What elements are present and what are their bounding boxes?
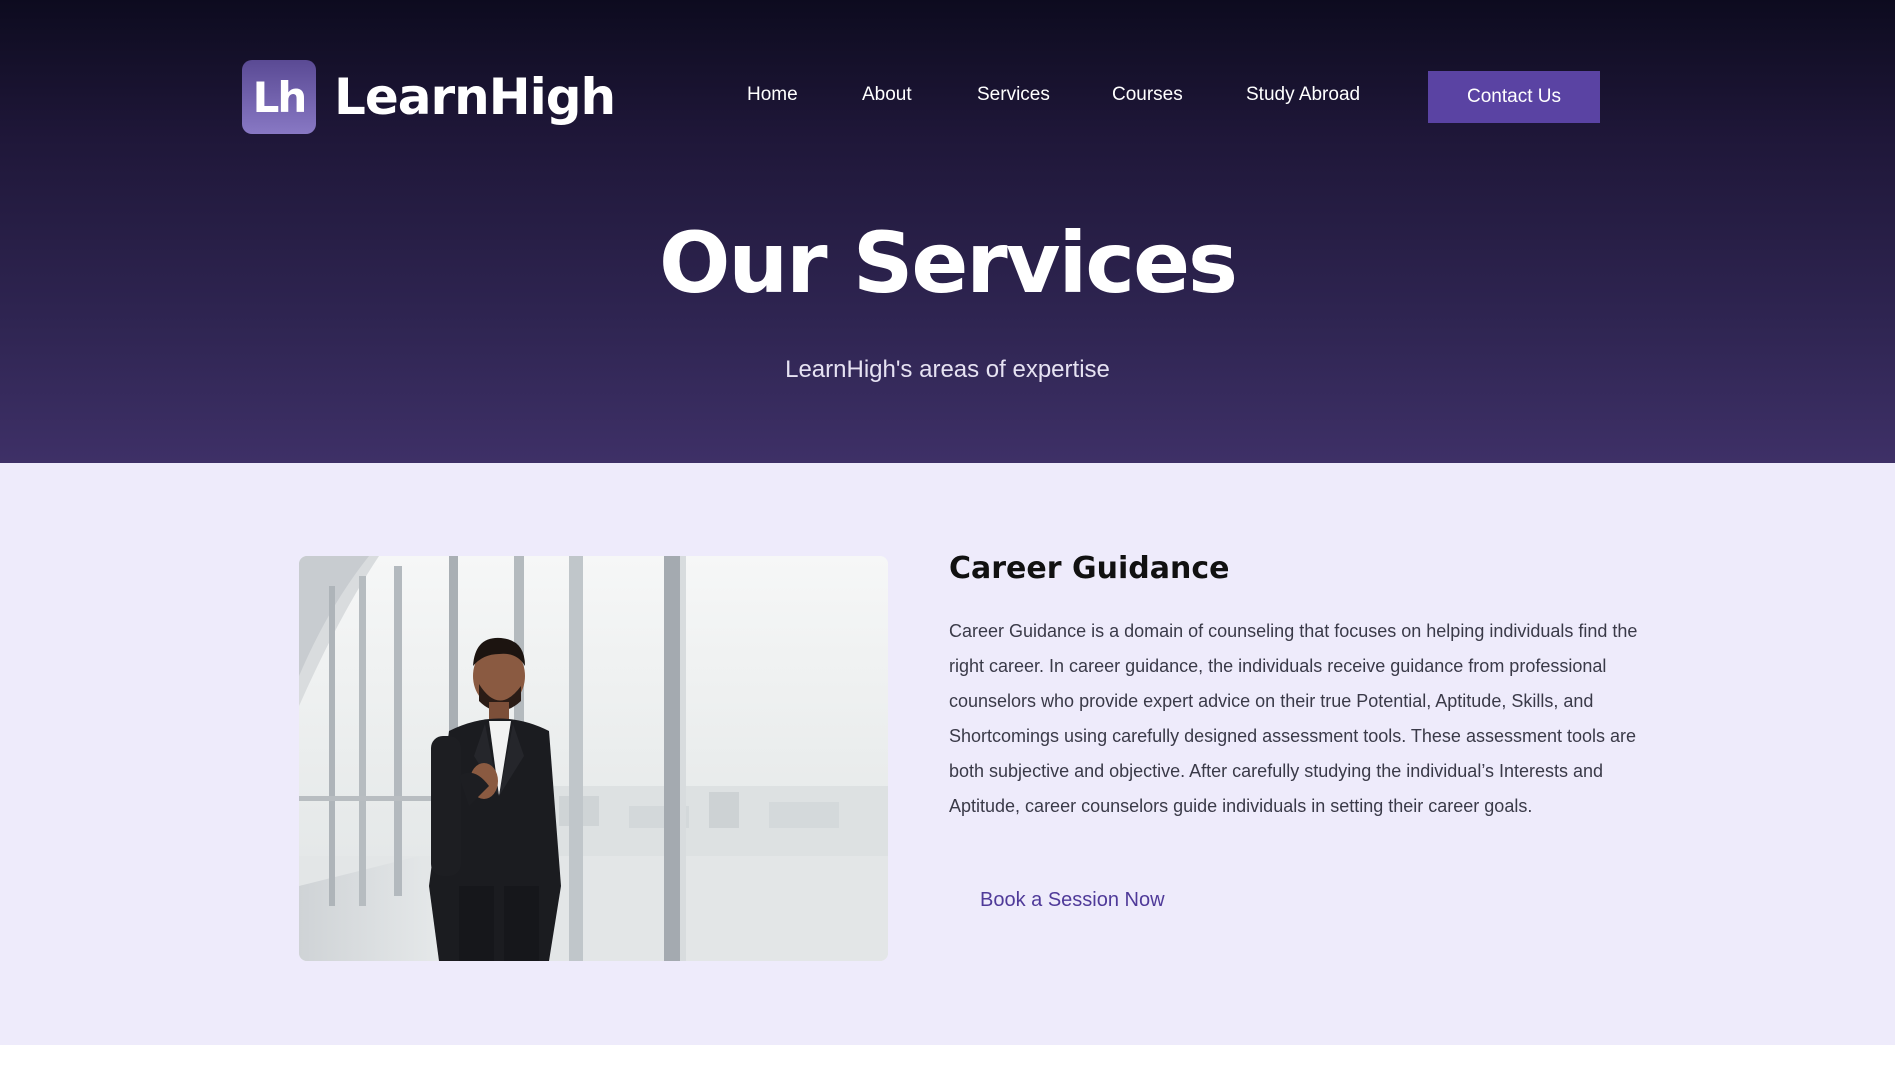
service-description: Career Guidance is a domain of counselin… bbox=[949, 621, 1638, 816]
hero-banner: Lh LearnHigh Home About Services Courses… bbox=[0, 0, 1895, 463]
nav-about[interactable]: About bbox=[862, 84, 912, 106]
career-guidance-photo bbox=[299, 556, 888, 961]
nav-courses[interactable]: Courses bbox=[1112, 84, 1183, 106]
nav-home[interactable]: Home bbox=[747, 84, 798, 106]
book-session-link[interactable]: Book a Session Now bbox=[980, 889, 1165, 912]
main-nav: Home About Services Courses Study Abroad bbox=[0, 84, 1895, 110]
page-subtitle: LearnHigh's areas of expertise bbox=[785, 356, 1110, 383]
service-section: Career Guidance Career Guidance is a dom… bbox=[0, 463, 1895, 1045]
contact-us-button[interactable]: Contact Us bbox=[1428, 71, 1600, 123]
service-title: Career Guidance bbox=[949, 551, 1230, 586]
nav-services[interactable]: Services bbox=[977, 84, 1050, 106]
page-title: Our Services bbox=[658, 214, 1238, 312]
nav-study-abroad[interactable]: Study Abroad bbox=[1246, 84, 1360, 106]
